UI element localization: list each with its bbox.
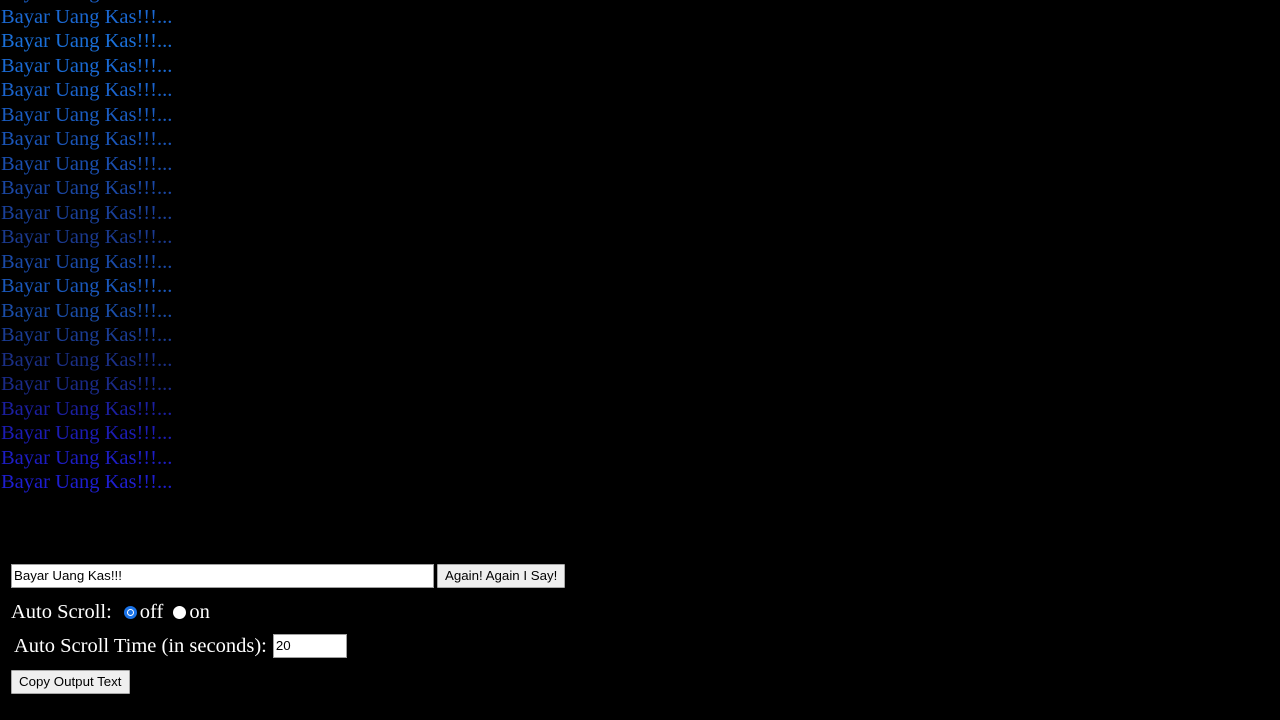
output-line: Bayar Uang Kas!!!... — [1, 373, 173, 395]
output-line: Bayar Uang Kas!!!... — [1, 299, 173, 322]
output-line: Bayar Uang Kas!!!... — [1, 397, 173, 420]
output-line: Bayar Uang Kas!!!... — [1, 226, 173, 248]
copy-output-text-button[interactable]: Copy Output Text — [11, 670, 130, 694]
output-line: Bayar Uang Kas!!!... — [1, 275, 173, 297]
auto-scroll-time-input[interactable] — [272, 634, 347, 658]
output-line: Bayar Uang Kas!!!... — [1, 152, 173, 175]
auto-scroll-label-off: off — [139, 600, 164, 623]
auto-scroll-option-off[interactable]: off — [123, 600, 164, 624]
auto-scroll-option-on[interactable]: on — [173, 601, 210, 624]
output-text-area[interactable]: Bayar Uang Kas!!!... Bayar Uang Kas!!!...… — [0, 0, 1280, 500]
page-root: Bayar Uang Kas!!!... Bayar Uang Kas!!!...… — [0, 0, 1280, 720]
auto-scroll-row: Auto Scroll: off on — [0, 597, 1280, 627]
output-line: Bayar Uang Kas!!!... — [1, 54, 173, 77]
output-line: Bayar Uang Kas!!!... — [1, 128, 173, 150]
output-line: Bayar Uang Kas!!!... — [1, 324, 173, 346]
output-line: Bayar Uang Kas!!!... — [1, 201, 173, 224]
auto-scroll-time-label: Auto Scroll Time (in seconds): — [14, 634, 267, 657]
output-line: Bayar Uang Kas!!!... — [1, 177, 173, 199]
output-line: Bayar Uang Kas!!!... — [1, 348, 173, 371]
auto-scroll-radio-on[interactable] — [173, 605, 187, 619]
auto-scroll-time-row: Auto Scroll Time (in seconds): — [0, 631, 1280, 661]
auto-scroll-label-on: on — [189, 600, 210, 623]
copy-row: Copy Output Text — [0, 668, 1280, 696]
output-line: Bayar Uang Kas!!!... — [1, 5, 173, 28]
controls-panel: Again! Again I Say! Auto Scroll: off on … — [0, 560, 1280, 696]
output-line: Bayar Uang Kas!!!... — [1, 79, 173, 101]
output-line: Bayar Uang Kas!!!... — [1, 471, 173, 493]
output-line: Bayar Uang Kas!!!... — [1, 30, 173, 52]
auto-scroll-label: Auto Scroll: — [11, 600, 112, 623]
message-input-row: Again! Again I Say! — [0, 560, 1280, 592]
output-line: Bayar Uang Kas!!!... — [1, 446, 173, 469]
output-line: Bayar Uang Kas!!!... — [1, 422, 173, 444]
message-text-input[interactable] — [11, 564, 434, 588]
again-button[interactable]: Again! Again I Say! — [437, 564, 566, 588]
output-line: Bayar Uang Kas!!!... — [1, 103, 173, 126]
auto-scroll-radio-off[interactable] — [123, 605, 137, 619]
output-line: Bayar Uang Kas!!!... — [1, 250, 173, 273]
auto-scroll-radio-group: off on — [123, 600, 220, 624]
